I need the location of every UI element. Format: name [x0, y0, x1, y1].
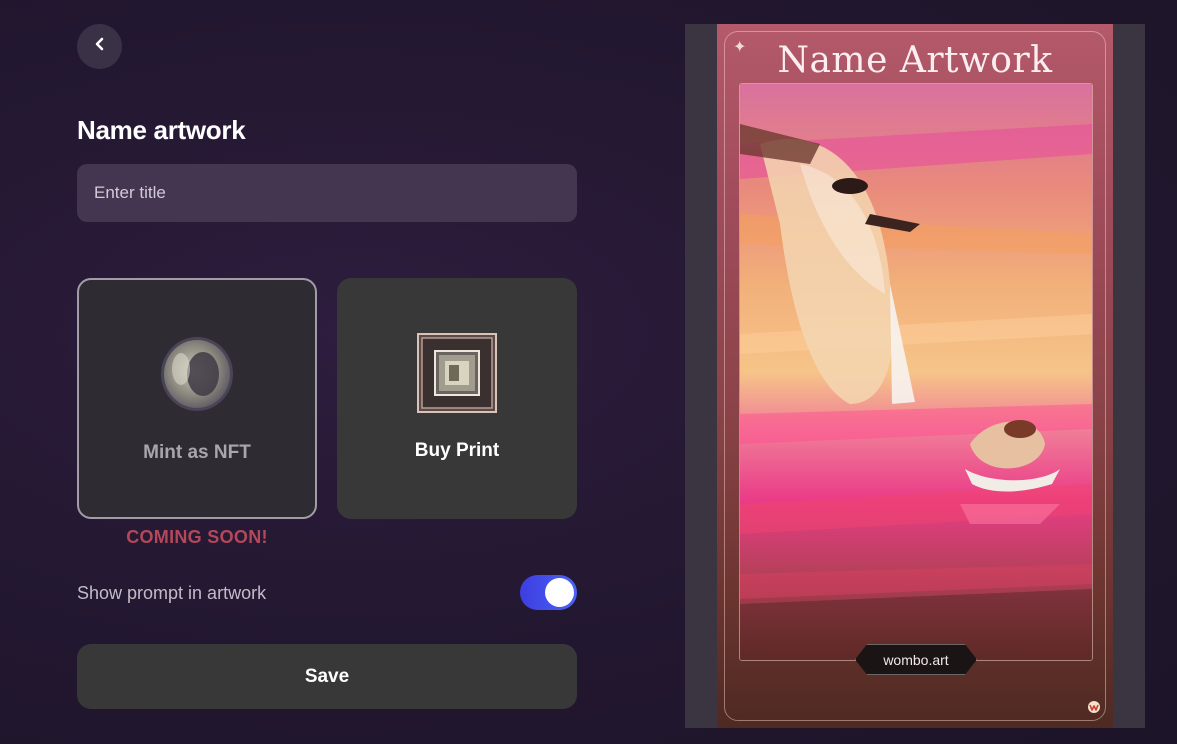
show-prompt-toggle[interactable]	[520, 575, 577, 610]
title-input[interactable]	[77, 164, 577, 222]
page-title: Name artwork	[77, 115, 246, 145]
chevron-left-icon	[93, 37, 107, 56]
mint-nft-option[interactable]: Mint as NFT	[77, 278, 317, 519]
mint-nft-label: Mint as NFT	[143, 442, 251, 463]
preview-card: ✦ Name Artwork wombo.art	[717, 24, 1113, 728]
wombo-logo-icon	[1087, 700, 1101, 714]
artwork-image	[739, 83, 1093, 661]
buy-print-label: Buy Print	[414, 440, 500, 461]
preview-title: Name Artwork	[777, 40, 1053, 81]
watermark-badge: wombo.art	[855, 644, 977, 675]
save-button[interactable]: Save	[77, 644, 577, 709]
picture-frame-icon	[417, 333, 497, 418]
buy-print-option[interactable]: Buy Print	[337, 278, 577, 519]
toggle-knob	[545, 578, 574, 607]
show-prompt-label: Show prompt in artwork	[77, 583, 267, 603]
artwork-preview: ✦ Name Artwork wombo.art	[685, 24, 1145, 728]
back-button[interactable]	[77, 24, 122, 69]
coin-icon	[159, 335, 235, 418]
coming-soon-badge: COMING SOON!	[126, 527, 268, 547]
